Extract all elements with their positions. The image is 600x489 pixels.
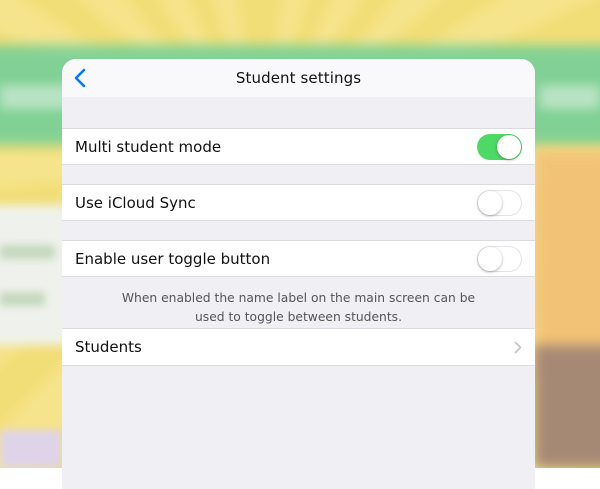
students-label: Students (75, 338, 142, 356)
chevron-right-icon (514, 341, 522, 354)
page-title: Student settings (235, 69, 362, 87)
section-gap (62, 97, 535, 128)
setting-row-multi-student-mode: Multi student mode (62, 128, 535, 165)
chevron-left-icon (74, 68, 86, 88)
setting-label: Multi student mode (75, 137, 222, 156)
toggle-knob (478, 247, 502, 271)
icloud-sync-toggle[interactable] (477, 190, 522, 216)
user-toggle-button-toggle[interactable] (477, 246, 522, 272)
students-row[interactable]: Students (62, 328, 535, 366)
setting-label: Enable user toggle button (75, 249, 271, 268)
toggle-knob (497, 135, 521, 159)
footnote-line: When enabled the name label on the main … (121, 291, 476, 305)
footnote-line: used to toggle between students. (195, 310, 402, 324)
back-button[interactable] (70, 67, 90, 89)
navigation-bar: Student settings (62, 59, 535, 97)
section-footnote: When enabled the name label on the main … (62, 277, 535, 328)
section-gap (62, 165, 535, 184)
setting-label: Use iCloud Sync (75, 193, 196, 212)
student-settings-modal: Student settings Multi student mode Use … (62, 59, 535, 489)
setting-row-user-toggle-button: Enable user toggle button (62, 240, 535, 277)
toggle-knob (478, 191, 502, 215)
multi-student-mode-toggle[interactable] (477, 134, 522, 160)
section-gap (62, 221, 535, 240)
setting-row-icloud-sync: Use iCloud Sync (62, 184, 535, 221)
